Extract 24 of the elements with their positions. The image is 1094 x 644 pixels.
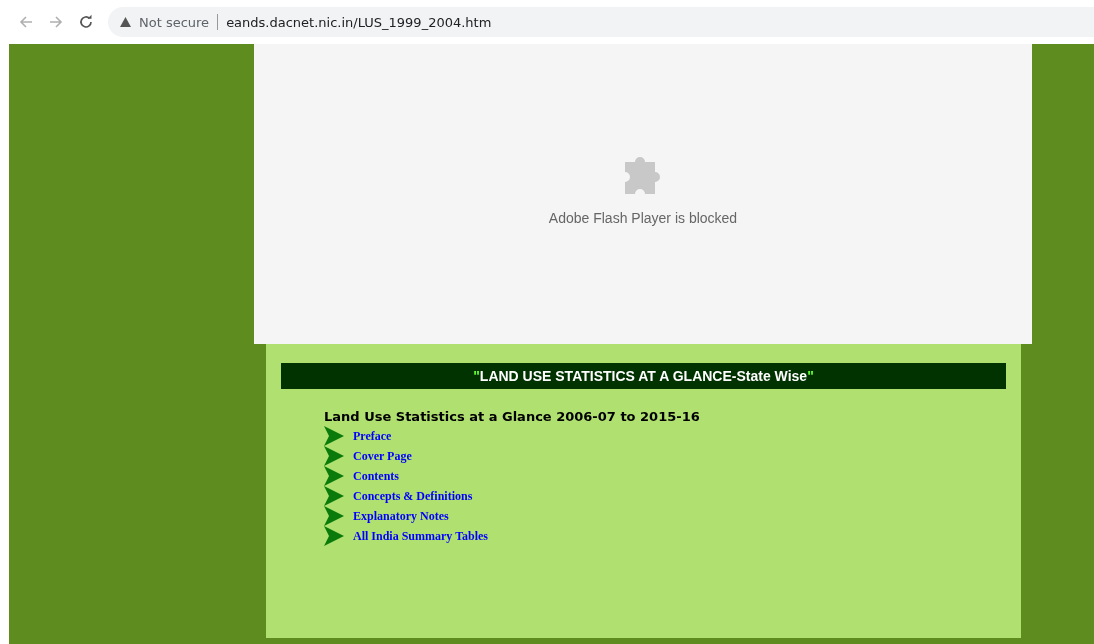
document-link[interactable]: Explanatory Notes bbox=[353, 508, 449, 524]
arrow-bullet-icon bbox=[324, 486, 344, 506]
section-heading: Land Use Statistics at a Glance 2006-07 to 2015-16 bbox=[324, 409, 701, 424]
reload-icon[interactable] bbox=[78, 14, 94, 30]
document-link[interactable]: Cover Page bbox=[353, 448, 412, 464]
arrow-bullet-icon bbox=[324, 466, 344, 486]
quote-mark: " bbox=[473, 368, 480, 384]
document-link[interactable]: All India Summary Tables bbox=[353, 528, 489, 544]
security-label: Not secure bbox=[139, 14, 210, 30]
back-icon[interactable] bbox=[18, 14, 34, 30]
arrow-bullet-icon bbox=[324, 426, 344, 446]
arrow-bullet-icon bbox=[324, 506, 344, 526]
document-link[interactable]: Concepts & Definitions bbox=[353, 488, 473, 504]
arrow-bullet-icon bbox=[324, 446, 344, 466]
warning-icon bbox=[120, 17, 131, 27]
forward-icon[interactable] bbox=[48, 14, 64, 30]
document-link[interactable]: Preface bbox=[353, 428, 392, 444]
blocked-message: Adobe Flash Player is blocked bbox=[548, 210, 738, 226]
quote-mark: " bbox=[807, 368, 814, 384]
address-bar[interactable]: Not secure eands.dacnet.nic.in/LUS_1999_2004.htm bbox=[108, 7, 1094, 37]
arrow-bullet-icon bbox=[324, 526, 344, 546]
banner-title: LAND USE STATISTICS AT A GLANCE-State Wise bbox=[479, 368, 808, 384]
url-text: eands.dacnet.nic.in/LUS_1999_2004.htm bbox=[226, 14, 492, 30]
document-link[interactable]: Contents bbox=[353, 468, 399, 484]
